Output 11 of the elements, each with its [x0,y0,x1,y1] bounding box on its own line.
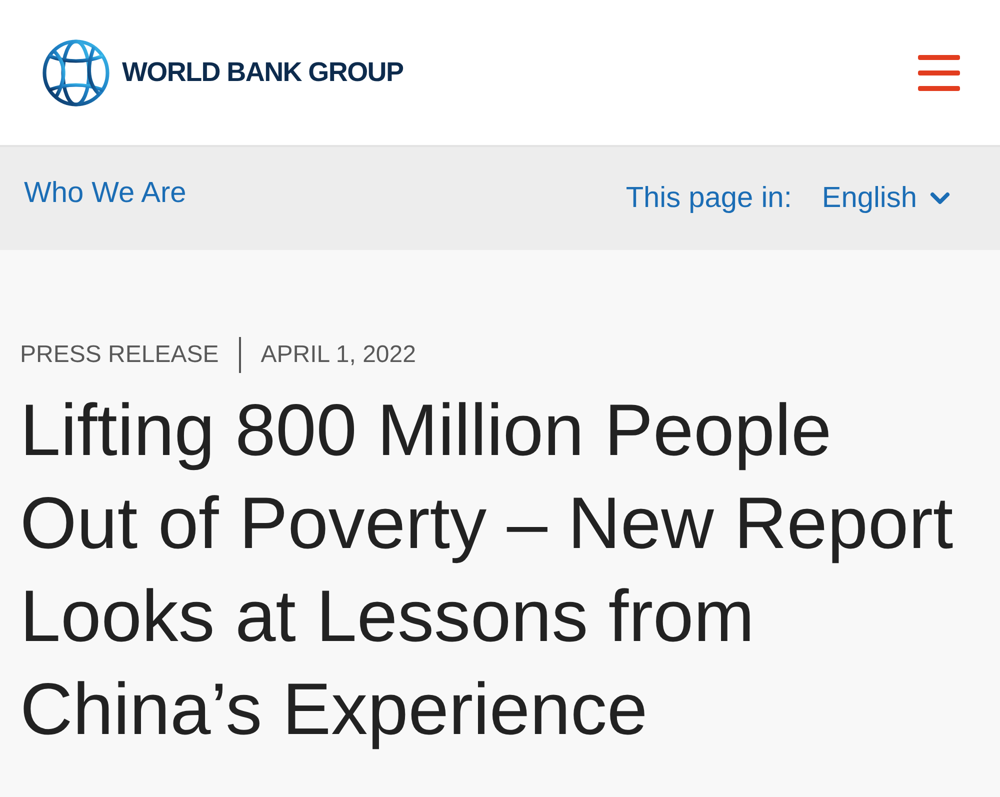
section-link[interactable]: Who We Are [24,177,186,210]
publication-date: APRIL 1, 2022 [260,340,416,370]
article-title: Lifting 800 Million People Out of Poverty – New Report Looks at Lessons from China’s Experience [20,389,954,752]
chevron-down-icon [930,192,950,205]
language-dropdown[interactable]: English [822,182,950,215]
globe-icon [42,38,110,106]
language-label: This page in: [626,182,792,215]
content-type-label: PRESS RELEASE [20,340,219,370]
menu-button[interactable] [918,54,960,90]
menu-icon [918,54,960,90]
home-logo-link[interactable]: WORLD BANK GROUP [42,38,404,106]
